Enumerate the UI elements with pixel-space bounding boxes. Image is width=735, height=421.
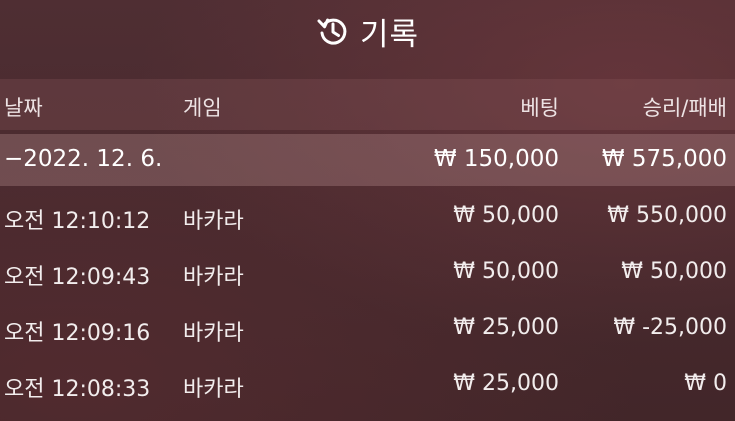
row-game: 바카라 [183, 377, 244, 402]
title-group: 기록 [316, 9, 419, 54]
table-row[interactable]: 오전 12:10:12 바카라 ₩ 50,000 ₩ 550,000 [0, 193, 735, 243]
group-date: −2022. 12. 6. [4, 146, 163, 172]
table-header: 날짜 게임 베팅 승리/패배 [0, 79, 735, 130]
row-result: ₩ -25,000 [613, 315, 727, 340]
row-result: ₩ 0 [684, 371, 727, 396]
table-row[interactable]: 오전 12:09:16 바카라 ₩ 25,000 ₩ -25,000 [0, 305, 735, 355]
history-icon [316, 14, 350, 48]
row-time: 오전 12:10:12 [4, 209, 151, 234]
row-game: 바카라 [183, 265, 244, 290]
table-row[interactable]: 오전 12:08:33 바카라 ₩ 25,000 ₩ 0 [0, 361, 735, 411]
row-bet: ₩ 25,000 [453, 371, 559, 396]
row-bet: ₩ 50,000 [453, 203, 559, 228]
row-time: 오전 12:08:33 [4, 377, 151, 402]
column-header-date: 날짜 [4, 96, 43, 120]
row-result: ₩ 550,000 [607, 203, 727, 228]
column-header-bet: 베팅 [520, 96, 559, 120]
date-group-row[interactable]: −2022. 12. 6. ₩ 150,000 ₩ 575,000 [0, 134, 735, 186]
group-result-total: ₩ 575,000 [601, 146, 727, 172]
column-header-game: 게임 [183, 96, 222, 120]
group-bet-total: ₩ 150,000 [433, 146, 559, 172]
row-result: ₩ 50,000 [621, 259, 727, 284]
row-game: 바카라 [183, 321, 244, 346]
page-title: 기록 [359, 16, 420, 53]
row-bet: ₩ 25,000 [453, 315, 559, 340]
row-bet: ₩ 50,000 [453, 259, 559, 284]
table-row[interactable]: 오전 12:09:43 바카라 ₩ 50,000 ₩ 50,000 [0, 249, 735, 299]
row-time: 오전 12:09:16 [4, 321, 151, 346]
row-game: 바카라 [183, 209, 244, 234]
column-header-result: 승리/패배 [642, 96, 727, 120]
row-time: 오전 12:09:43 [4, 265, 151, 290]
title-bar: 기록 [0, 0, 735, 62]
